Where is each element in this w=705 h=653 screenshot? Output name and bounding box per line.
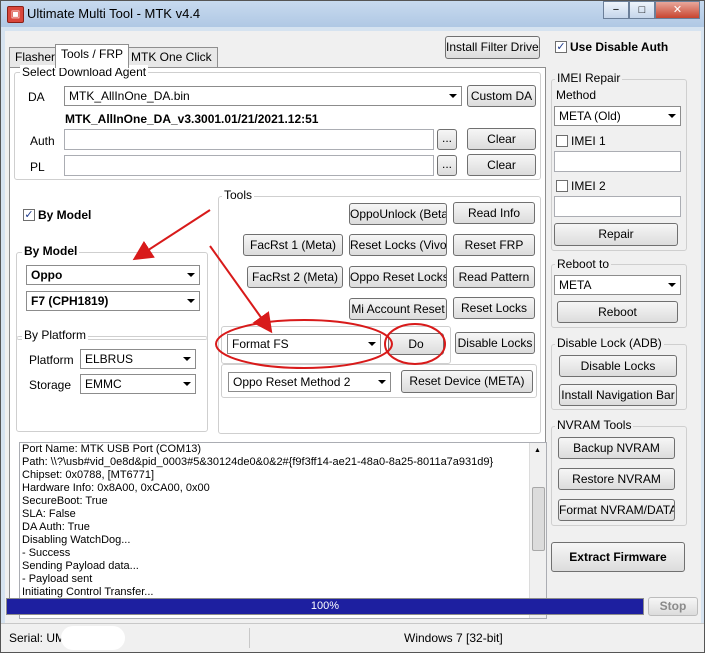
serial-redaction <box>61 626 125 650</box>
method-label: Method <box>556 88 597 102</box>
stop-button[interactable]: Stop <box>648 597 698 616</box>
imei1-input[interactable] <box>554 151 681 172</box>
chevron-down-icon <box>668 283 676 287</box>
reboot-mode-select[interactable]: META <box>554 275 681 295</box>
window-title: Ultimate Multi Tool - MTK v4.4 <box>27 6 201 21</box>
status-bar: Serial: UM Windows 7 [32-bit] <box>1 623 704 652</box>
log-line: Disabling WatchDog... <box>22 534 131 546</box>
format-nvram-data-button[interactable]: Format NVRAM/DATA <box>558 499 675 521</box>
serial-status: Serial: UM <box>9 631 66 645</box>
reboot-mode-value: META <box>559 278 592 292</box>
tools-frp-panel: Select Download Agent DA MTK_AllInOne_DA… <box>9 65 547 619</box>
log-line: Chipset: 0x0788, [MT6771] <box>22 469 155 481</box>
log-line: SecureBoot: True <box>22 495 108 507</box>
os-status: Windows 7 [32-bit] <box>404 631 503 645</box>
reboot-group-label: Reboot to <box>555 257 612 271</box>
close-button[interactable]: ✕ <box>655 1 700 19</box>
minimize-button[interactable]: − <box>603 1 629 19</box>
imei2-input[interactable] <box>554 196 681 217</box>
log-line: SLA: False <box>22 508 76 520</box>
status-divider <box>249 628 250 648</box>
imei-method-value: META (Old) <box>559 109 621 123</box>
log-line: - Payload sent <box>22 573 93 585</box>
log-output[interactable]: Port Name: MTK USB Port (COM13) Path: \\?… <box>19 442 547 619</box>
log-scrollbar[interactable]: ▲ ▼ <box>529 443 546 618</box>
annotation-circle-format <box>215 319 393 369</box>
progress-bar: 100% <box>6 598 644 615</box>
log-line: DA Auth: True <box>22 521 90 533</box>
tab-mtk-one-click[interactable]: MTK One Click <box>125 47 218 67</box>
nvram-tools-group-label: NVRAM Tools <box>555 418 634 432</box>
log-line: Path: \\?\usb#vid_0e8d&pid_0003#5&30124d… <box>22 456 494 468</box>
install-navigation-bar-button[interactable]: Install Navigation Bar <box>559 384 677 406</box>
chevron-down-icon <box>668 114 676 118</box>
log-lines: Port Name: MTK USB Port (COM13) Path: \\?… <box>20 443 546 612</box>
imei2-label: IMEI 2 <box>571 179 606 193</box>
scroll-up-icon[interactable]: ▲ <box>534 447 541 454</box>
title-bar[interactable]: ▣ Ultimate Multi Tool - MTK v4.4 − □ ✕ <box>1 1 704 27</box>
install-filter-driver-button[interactable]: Install Filter Driver <box>445 36 540 59</box>
imei2-checkbox[interactable] <box>556 180 568 192</box>
annotation-arrow-model <box>132 209 211 261</box>
log-line: - Success <box>22 547 71 559</box>
repair-button[interactable]: Repair <box>554 223 678 246</box>
app-icon: ▣ <box>7 6 24 23</box>
log-line: Sending Payload data... <box>22 560 139 572</box>
imei1-checkbox[interactable] <box>556 135 568 147</box>
annotation-circle-do <box>384 323 446 365</box>
annotation-overlay <box>132 209 446 369</box>
imei-repair-group-label: IMEI Repair <box>555 71 623 85</box>
backup-nvram-button[interactable]: Backup NVRAM <box>558 437 675 459</box>
use-disable-auth-label: Use Disable Auth <box>570 40 669 54</box>
log-line: Hardware Info: 0x8A00, 0xCA00, 0x00 <box>22 482 210 494</box>
restore-nvram-button[interactable]: Restore NVRAM <box>558 468 675 490</box>
disable-lock-adb-group-label: Disable Lock (ADB) <box>555 336 664 350</box>
client-area: Flasher Tools / FRP MTK One Click Instal… <box>5 31 701 624</box>
progress-label: 100% <box>310 600 340 612</box>
tab-tools-frp[interactable]: Tools / FRP <box>55 44 130 68</box>
adb-disable-locks-button[interactable]: Disable Locks <box>559 355 677 377</box>
reboot-button[interactable]: Reboot <box>557 301 678 323</box>
tab-flasher[interactable]: Flasher <box>9 47 62 67</box>
annotation-arrow-format <box>209 245 273 334</box>
log-scroll-thumb[interactable] <box>532 487 545 551</box>
log-line: Port Name: MTK USB Port (COM13) <box>22 443 202 455</box>
maximize-button[interactable]: □ <box>629 1 655 19</box>
imei1-label: IMEI 1 <box>571 134 606 148</box>
use-disable-auth-checkbox[interactable]: ✓ <box>555 41 567 53</box>
app-window: ▣ Ultimate Multi Tool - MTK v4.4 − □ ✕ F… <box>0 0 705 653</box>
imei-method-select[interactable]: META (Old) <box>554 106 681 126</box>
extract-firmware-button[interactable]: Extract Firmware <box>551 542 685 572</box>
